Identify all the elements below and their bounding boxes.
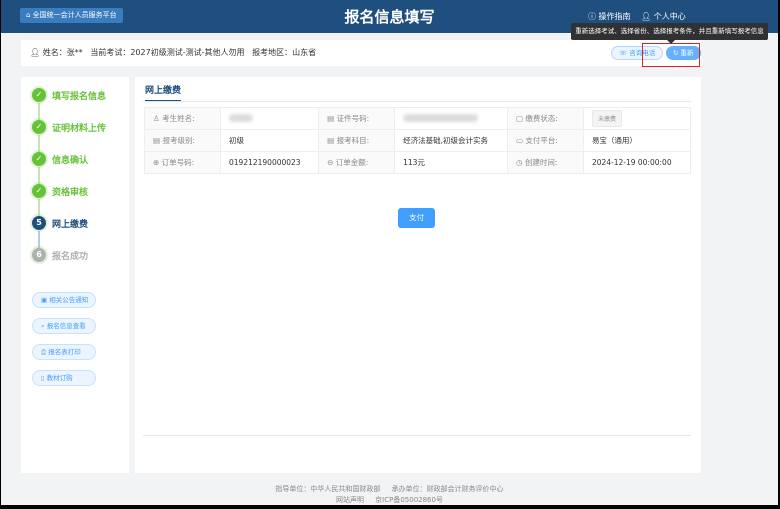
footer: 指导单位：中华人民共和国财政部 承办单位：财政部会计财务评价中心 网站声明 京I…: [275, 485, 504, 504]
step-number: 5: [32, 216, 46, 230]
step-5: 5 网上缴费: [32, 215, 88, 231]
field-icon: ⊕: [153, 158, 162, 167]
field-label: 报考级别:: [162, 136, 196, 145]
icp-link[interactable]: 京ICP备05002860号: [375, 496, 443, 504]
table-row: ⊕ 订单号码: 019212190000023 ⊖ 订单金额: 113元 ◷ 创建时间:…: [144, 151, 692, 174]
user-center-link[interactable]: 👤︎ 个人中心: [641, 11, 686, 22]
field-label: 支付平台:: [525, 136, 558, 145]
phone-icon: ☏: [619, 49, 630, 57]
check-icon: ✓: [32, 184, 46, 198]
check-icon: ✓: [32, 88, 46, 102]
sidebar: ✓ 填写报名信息 ✓ 证明材料上传 ✓ 信息确认 ✓ 资格审核 5 网上缴费 6 报名成功 ▣ 相关公告…: [21, 77, 129, 473]
step-label: 报名成功: [52, 251, 89, 262]
divider: [143, 101, 691, 102]
field-value: 2024-12-19 00:00:00: [591, 158, 672, 167]
step-1: ✓ 填写报名信息: [32, 87, 106, 103]
side-button[interactable]: ▯ 教材订购: [32, 370, 96, 386]
step-label: 资格审核: [52, 187, 89, 198]
field-icon: ♙: [153, 114, 163, 123]
field-label: 订单金额:: [335, 158, 369, 167]
user-icon: 👤︎: [641, 12, 654, 21]
pay-button[interactable]: 支付: [398, 208, 435, 228]
status-badge: 未缴费: [591, 110, 622, 127]
field-label: 创建时间:: [524, 158, 558, 167]
step-4: ✓ 资格审核: [32, 183, 88, 199]
step-label: 信息确认: [52, 155, 89, 166]
field-icon: ◷: [515, 158, 525, 167]
current-exam: 当前考试：2027初级测试-测试-其他人勿用: [90, 48, 245, 57]
highlight-box: [642, 43, 700, 67]
field-value: 019212190000023: [229, 158, 301, 167]
page: ⌂ 全国统一会计人员服务平台 报名信息填写 ⓘ 操作指南 👤︎ 个人中心 重新选…: [1, 0, 778, 505]
check-icon: ✓: [32, 120, 46, 134]
field-value: 易宝（通用）: [591, 136, 637, 145]
main-panel: 网上缴费 ♙ 考生姓名: ▤ 证件号码: ▢ 缴费状态: 未缴费 ▤ 报考级别: 初级 ▤ …: [135, 77, 701, 473]
field-value: 经济法基础,初级会计实务: [403, 136, 488, 145]
step-3: ✓ 信息确认: [32, 151, 88, 167]
exam-region: 报考地区：山东省: [252, 48, 317, 57]
field-label: 证件号码:: [336, 114, 370, 123]
side-button[interactable]: ▣ 相关公告通知: [32, 292, 96, 308]
redacted-value: [229, 113, 253, 122]
field-icon: ⊖: [327, 158, 336, 167]
tab-online-payment[interactable]: 网上缴费: [145, 83, 182, 102]
field-icon: ▢: [515, 114, 526, 123]
site-statement-link[interactable]: 网站声明: [336, 496, 364, 504]
step-6: 6 报名成功: [32, 247, 88, 263]
field-icon: ▭: [515, 136, 526, 145]
field-value: 113元: [403, 158, 425, 167]
info-bar: 👤︎ 姓名：张** 当前考试：2027初级测试-测试-其他人勿用 报考地区：山东…: [21, 40, 701, 71]
check-icon: ✓: [32, 152, 46, 166]
field-icon: ▤: [327, 136, 337, 145]
redacted-value: [403, 113, 479, 122]
table-row: ♙ 考生姓名: ▤ 证件号码: ▢ 缴费状态: 未缴费: [144, 107, 692, 130]
candidate-name: 姓名：张**: [42, 48, 83, 57]
field-label: 报考科目:: [336, 136, 370, 145]
field-value: 初级: [229, 136, 244, 145]
field-label: 订单号码:: [161, 158, 195, 167]
payment-info-table: ♙ 考生姓名: ▤ 证件号码: ▢ 缴费状态: 未缴费 ▤ 报考级别: 初级 ▤ 报考科目:…: [144, 107, 692, 174]
button-icon: ▣: [41, 296, 50, 304]
step-label: 网上缴费: [52, 219, 89, 230]
divider: [143, 435, 691, 436]
step-label: 填写报名信息: [52, 91, 107, 102]
field-label: 考生姓名:: [162, 114, 195, 123]
user-icon: 👤︎: [30, 48, 41, 57]
side-button[interactable]: ⌕ 报名信息查看: [32, 318, 96, 334]
field-icon: ▤: [327, 114, 337, 123]
table-row: ▤ 报考级别: 初级 ▤ 报考科目: 经济法基础,初级会计实务 ▭ 支付平台: 易宝（通用…: [144, 129, 692, 152]
tooltip: 重新选择考试、选择省份、选择报考条件，并且重新填写报考信息: [571, 23, 768, 44]
field-label: 缴费状态:: [525, 114, 558, 123]
step-2: ✓ 证明材料上传: [32, 119, 106, 135]
info-icon: ⓘ: [588, 12, 599, 21]
guide-link[interactable]: ⓘ 操作指南: [588, 11, 631, 22]
step-number: 6: [32, 248, 46, 262]
step-label: 证明材料上传: [52, 123, 107, 134]
side-button[interactable]: ⎙ 报名表打印: [32, 344, 96, 360]
